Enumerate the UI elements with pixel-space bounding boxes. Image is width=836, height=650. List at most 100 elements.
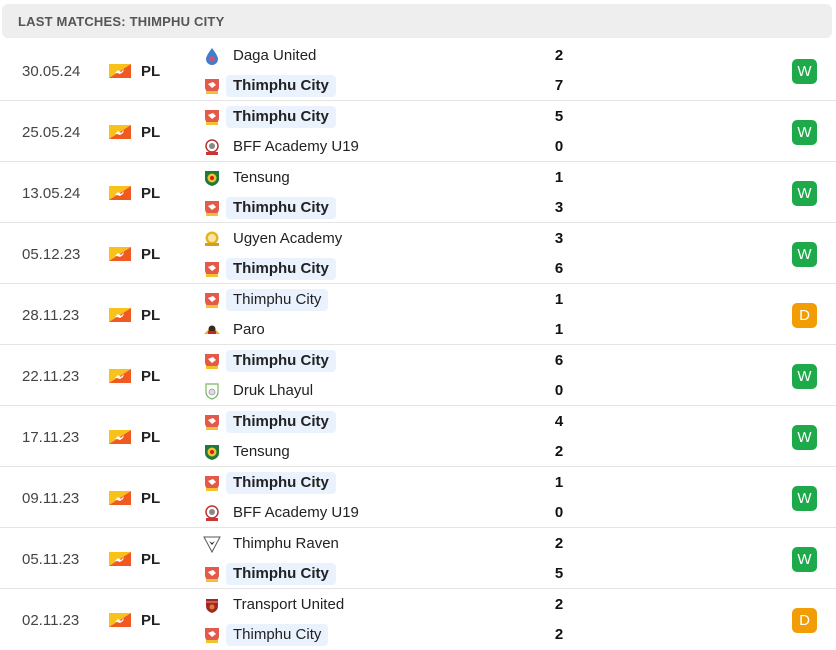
away-team-name: BFF Academy U19 [233, 138, 359, 155]
away-team[interactable]: Thimphu City [200, 196, 540, 220]
match-row[interactable]: 17.11.23 PL Thimphu City Tensung 4 2 W [0, 406, 836, 467]
away-team-name: Druk Lhayul [233, 382, 314, 399]
bff-academy-crest-icon [203, 504, 221, 522]
away-score: 7 [554, 77, 564, 94]
home-team[interactable]: Thimphu Raven [200, 532, 540, 556]
match-date: 02.11.23 [22, 612, 80, 629]
home-score: 1 [554, 169, 564, 186]
competition-label[interactable]: PL [141, 124, 160, 141]
home-score: 6 [554, 352, 564, 369]
away-team[interactable]: Thimphu City [200, 623, 540, 647]
match-row[interactable]: 09.11.23 PL Thimphu City BFF Academy U19… [0, 467, 836, 528]
section-header: LAST MATCHES: THIMPHU CITY [2, 4, 832, 38]
tensung-crest-icon [203, 169, 221, 187]
match-row[interactable]: 05.11.23 PL Thimphu Raven Thimphu City 2… [0, 528, 836, 589]
daga-united-crest-icon [203, 47, 221, 65]
match-row[interactable]: 22.11.23 PL Thimphu City Druk Lhayul 6 0… [0, 345, 836, 406]
away-team[interactable]: Tensung [200, 440, 540, 464]
home-team-name: Thimphu City [226, 106, 336, 128]
away-score: 0 [554, 382, 564, 399]
away-team[interactable]: Thimphu City [200, 562, 540, 586]
bhutan-flag-icon [109, 491, 131, 505]
thimphu-city-crest-icon [203, 565, 221, 583]
competition-label[interactable]: PL [141, 490, 160, 507]
home-team[interactable]: Tensung [200, 166, 540, 190]
result-badge: W [792, 547, 817, 572]
thimphu-city-crest-icon [203, 474, 221, 492]
bhutan-flag-icon [109, 64, 131, 78]
home-team[interactable]: Ugyen Academy [200, 227, 540, 251]
away-score: 2 [554, 626, 564, 643]
away-team-name: Thimphu City [226, 624, 329, 646]
home-team-name: Thimphu City [226, 411, 336, 433]
home-team[interactable]: Thimphu City [200, 105, 540, 129]
away-score: 0 [554, 138, 564, 155]
bhutan-flag-icon [109, 552, 131, 566]
result-badge: D [792, 608, 817, 633]
competition-label[interactable]: PL [141, 429, 160, 446]
match-date: 13.05.24 [22, 185, 81, 202]
result-badge: W [792, 242, 817, 267]
away-team[interactable]: Thimphu City [200, 74, 540, 98]
home-team[interactable]: Thimphu City [200, 471, 540, 495]
competition-label[interactable]: PL [141, 368, 160, 385]
paro-crest-icon [203, 321, 221, 339]
home-team[interactable]: Thimphu City [200, 288, 540, 312]
competition-label[interactable]: PL [141, 307, 160, 324]
transport-united-crest-icon [203, 596, 221, 614]
away-team[interactable]: BFF Academy U19 [200, 501, 540, 525]
home-score: 2 [554, 535, 564, 552]
home-score: 1 [554, 474, 564, 491]
home-team[interactable]: Thimphu City [200, 349, 540, 373]
away-team[interactable]: Thimphu City [200, 257, 540, 281]
match-date: 30.05.24 [22, 63, 81, 80]
bff-academy-crest-icon [203, 138, 221, 156]
result-badge: W [792, 425, 817, 450]
home-team[interactable]: Thimphu City [200, 410, 540, 434]
away-team-name: Thimphu City [226, 197, 336, 219]
home-team-name: Transport United [233, 596, 345, 613]
match-date: 05.12.23 [22, 246, 81, 263]
druk-lhayul-crest-icon [203, 382, 221, 400]
away-team-name: Thimphu City [226, 75, 336, 97]
away-team-name: Tensung [233, 443, 290, 460]
home-team-name: Ugyen Academy [233, 230, 343, 247]
match-row[interactable]: 30.05.24 PL Daga United Thimphu City 2 7… [0, 40, 836, 101]
competition-label[interactable]: PL [141, 63, 160, 80]
match-row[interactable]: 28.11.23 PL Thimphu City Paro 1 1 D [0, 284, 836, 345]
home-team[interactable]: Daga United [200, 44, 540, 68]
away-team[interactable]: Druk Lhayul [200, 379, 540, 403]
match-row[interactable]: 25.05.24 PL Thimphu City BFF Academy U19… [0, 101, 836, 162]
home-team-name: Thimphu City [226, 289, 329, 311]
match-date: 25.05.24 [22, 124, 81, 141]
home-team-name: Thimphu City [226, 472, 336, 494]
bhutan-flag-icon [109, 186, 131, 200]
result-badge: W [792, 486, 817, 511]
home-score: 3 [554, 230, 564, 247]
match-row[interactable]: 13.05.24 PL Tensung Thimphu City 1 3 W [0, 162, 836, 223]
bhutan-flag-icon [109, 369, 131, 383]
match-row[interactable]: 05.12.23 PL Ugyen Academy Thimphu City 3… [0, 223, 836, 284]
thimphu-city-crest-icon [203, 352, 221, 370]
tensung-crest-icon [203, 443, 221, 461]
away-team[interactable]: BFF Academy U19 [200, 135, 540, 159]
thimphu-raven-crest-icon [203, 535, 221, 554]
match-date: 09.11.23 [22, 490, 80, 507]
match-date: 17.11.23 [22, 429, 80, 446]
match-row[interactable]: 02.11.23 PL Transport United Thimphu Cit… [0, 589, 836, 650]
competition-label[interactable]: PL [141, 185, 160, 202]
home-team-name: Thimphu City [226, 350, 336, 372]
thimphu-city-crest-icon [203, 199, 221, 217]
away-team-name: BFF Academy U19 [233, 504, 359, 521]
bhutan-flag-icon [109, 613, 131, 627]
home-score: 2 [554, 47, 564, 64]
result-badge: W [792, 181, 817, 206]
away-team[interactable]: Paro [200, 318, 540, 342]
home-team[interactable]: Transport United [200, 593, 540, 617]
competition-label[interactable]: PL [141, 612, 160, 629]
competition-label[interactable]: PL [141, 551, 160, 568]
result-badge: D [792, 303, 817, 328]
match-date: 05.11.23 [22, 551, 80, 568]
result-badge: W [792, 364, 817, 389]
competition-label[interactable]: PL [141, 246, 160, 263]
